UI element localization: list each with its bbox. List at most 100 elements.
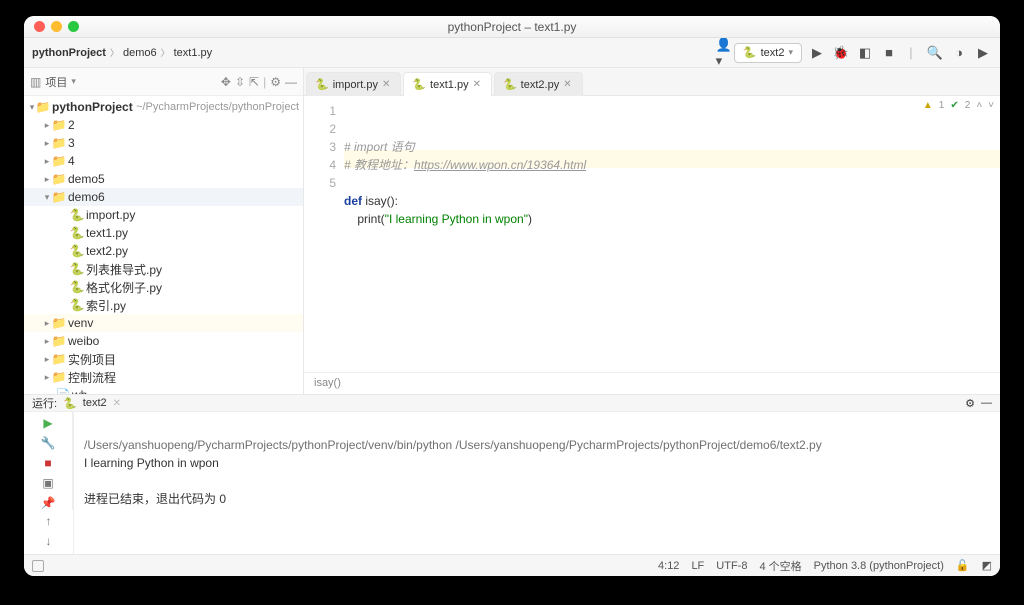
zoom-window[interactable] xyxy=(68,21,79,32)
python-file-icon: 🐍 xyxy=(70,262,84,276)
chevron-right-icon[interactable]: ▸ xyxy=(42,138,52,149)
command-line: /Users/yanshuopeng/PycharmProjects/pytho… xyxy=(84,438,822,452)
tool-window-quick-access[interactable] xyxy=(32,560,44,572)
stop-run-button[interactable]: ■ xyxy=(44,456,51,470)
tree-file[interactable]: 🐍索引.py xyxy=(24,296,303,314)
line-separator[interactable]: LF xyxy=(691,560,704,572)
code-text[interactable]: # import 语句 # 教程地址：https://www.wpon.cn/1… xyxy=(344,96,1000,372)
tree-folder[interactable]: ▸📁2 xyxy=(24,116,303,134)
chevron-right-icon[interactable]: ▸ xyxy=(42,336,52,347)
close-icon[interactable]: ✕ xyxy=(473,79,481,90)
up-icon[interactable]: ↑ xyxy=(46,514,52,528)
tree-folder-demo6[interactable]: ▾📁demo6 xyxy=(24,188,303,206)
indent-setting[interactable]: 4 个空格 xyxy=(759,558,801,574)
close-icon[interactable]: ✕ xyxy=(563,79,571,90)
collapse-all-icon[interactable]: ⇱ xyxy=(249,75,259,89)
tree-file[interactable]: 🐍import.py xyxy=(24,206,303,224)
pin-tab-icon[interactable]: 📌 xyxy=(41,496,56,510)
user-icon[interactable]: 👤▾ xyxy=(716,44,734,62)
tree-folder[interactable]: ▸📁4 xyxy=(24,152,303,170)
rerun-button[interactable]: ▶ xyxy=(43,416,52,430)
chevron-down-icon[interactable]: ▾ xyxy=(42,192,52,203)
editor-area: 🐍import.py✕ 🐍text1.py✕ 🐍text2.py✕ 1 2 3 … xyxy=(304,68,1000,394)
warning-icon: ▲ xyxy=(923,100,933,111)
file-encoding[interactable]: UTF-8 xyxy=(716,560,747,572)
structure-breadcrumb[interactable]: isay() xyxy=(304,372,1000,394)
editor-tab-bar: 🐍import.py✕ 🐍text1.py✕ 🐍text2.py✕ xyxy=(304,68,1000,96)
crumb-folder[interactable]: demo6 xyxy=(123,47,157,59)
code-comment: # import 语句 xyxy=(344,140,415,154)
chevron-right-icon[interactable]: ▸ xyxy=(42,318,52,329)
check-icon: ✔ xyxy=(950,100,958,111)
breadcrumb[interactable]: pythonProject 〉 demo6 〉 text1.py xyxy=(32,46,212,59)
tree-file[interactable]: 🐍格式化例子.py xyxy=(24,278,303,296)
modify-run-config-icon[interactable]: 🔧 xyxy=(41,436,56,450)
run-tab-label[interactable]: text2 xyxy=(83,397,107,409)
chevron-right-icon[interactable]: ▸ xyxy=(42,174,52,185)
run-console[interactable]: /Users/yanshuopeng/PycharmProjects/pytho… xyxy=(74,412,1000,576)
debug-button[interactable]: 🐞 xyxy=(832,44,850,62)
expand-all-icon[interactable]: ⇳ xyxy=(235,75,245,89)
chevron-down-icon[interactable]: ˅ xyxy=(988,100,994,111)
gear-icon[interactable]: ⚙ xyxy=(965,397,975,410)
gear-icon[interactable]: ⚙ xyxy=(270,75,281,89)
run-config-label: text2 xyxy=(761,47,785,59)
run-with-button[interactable]: ▶ xyxy=(974,44,992,62)
tree-folder[interactable]: ▸📁3 xyxy=(24,134,303,152)
close-icon[interactable]: ✕ xyxy=(382,79,390,90)
hide-panel-icon[interactable]: — xyxy=(981,397,992,409)
chevron-right-icon[interactable]: ▸ xyxy=(42,354,52,365)
project-tree[interactable]: ▾ 📁 pythonProject ~/PycharmProjects/pyth… xyxy=(24,96,303,394)
tree-folder[interactable]: ▸📁控制流程 xyxy=(24,368,303,386)
stop-button[interactable]: ■ xyxy=(880,44,898,62)
editor-tab-text1[interactable]: 🐍text1.py✕ xyxy=(403,72,492,96)
tree-folder[interactable]: ▸📁weibo xyxy=(24,332,303,350)
code-link[interactable]: https://www.wpon.cn/19364.html xyxy=(414,158,586,172)
run-panel-header: 运行: 🐍 text2 ✕ ⚙ — xyxy=(24,395,1000,412)
run-config-select[interactable]: 🐍 text2 ▾ xyxy=(734,43,802,63)
editor-tab-text2[interactable]: 🐍text2.py✕ xyxy=(494,72,583,96)
caret-position[interactable]: 4:12 xyxy=(658,560,679,572)
chevron-right-icon[interactable]: ▸ xyxy=(42,120,52,131)
inspection-widget[interactable]: ▲1 ✔2 ˄˅ xyxy=(923,100,994,111)
python-file-icon: 🐍 xyxy=(70,226,84,240)
crumb-file[interactable]: text1.py xyxy=(174,47,213,59)
hide-panel-icon[interactable]: — xyxy=(285,75,297,89)
tree-file[interactable]: 🐍text2.py xyxy=(24,242,303,260)
tree-folder[interactable]: ▸📁demo5 xyxy=(24,170,303,188)
window-title: pythonProject – text1.py xyxy=(448,20,577,34)
tree-label: 格式化例子.py xyxy=(86,279,162,296)
memory-indicator-icon[interactable]: ◩ xyxy=(982,559,992,572)
crumb-root[interactable]: pythonProject xyxy=(32,47,106,59)
chevron-right-icon[interactable]: ▸ xyxy=(42,372,52,383)
python-interpreter[interactable]: Python 3.8 (pythonProject) xyxy=(814,560,944,572)
tree-label: 索引.py xyxy=(86,297,126,314)
tree-project-root[interactable]: ▾ 📁 pythonProject ~/PycharmProjects/pyth… xyxy=(24,98,303,116)
project-view-icon[interactable]: ▥ xyxy=(30,75,41,89)
coverage-button[interactable]: ◧ xyxy=(856,44,874,62)
folder-icon: 📁 xyxy=(52,190,66,204)
tree-file[interactable]: 🐍text1.py xyxy=(24,224,303,242)
editor-tab-import[interactable]: 🐍import.py✕ xyxy=(306,72,401,96)
tree-label: demo5 xyxy=(68,172,105,186)
chevron-up-icon[interactable]: ˄ xyxy=(976,100,982,111)
select-opened-icon[interactable]: ✥ xyxy=(221,75,231,89)
keyword: def xyxy=(344,194,362,208)
code-editor[interactable]: 1 2 3 4 5 # import 语句 # 教程地址：https://www… xyxy=(304,96,1000,372)
close-window[interactable] xyxy=(34,21,45,32)
layout-icon[interactable]: ▣ xyxy=(42,476,53,490)
chevron-right-icon[interactable]: ▸ xyxy=(42,156,52,167)
close-icon[interactable]: ✕ xyxy=(113,398,121,409)
tree-file[interactable]: 🐍列表推导式.py xyxy=(24,260,303,278)
tree-file[interactable]: 📄wb xyxy=(24,386,303,394)
tree-folder[interactable]: ▸📁实例项目 xyxy=(24,350,303,368)
run-button[interactable]: ▶ xyxy=(808,44,826,62)
update-project-button[interactable]: ◑ xyxy=(950,44,968,62)
chevron-down-icon[interactable]: ▾ xyxy=(71,76,76,87)
reader-mode-icon[interactable]: 🔓 xyxy=(956,559,970,572)
minimize-window[interactable] xyxy=(51,21,62,32)
down-icon[interactable]: ↓ xyxy=(46,534,52,548)
line-gutter[interactable]: 1 2 3 4 5 xyxy=(304,96,344,372)
search-everywhere-button[interactable]: 🔍 xyxy=(926,44,944,62)
tree-folder-venv[interactable]: ▸📁venv xyxy=(24,314,303,332)
